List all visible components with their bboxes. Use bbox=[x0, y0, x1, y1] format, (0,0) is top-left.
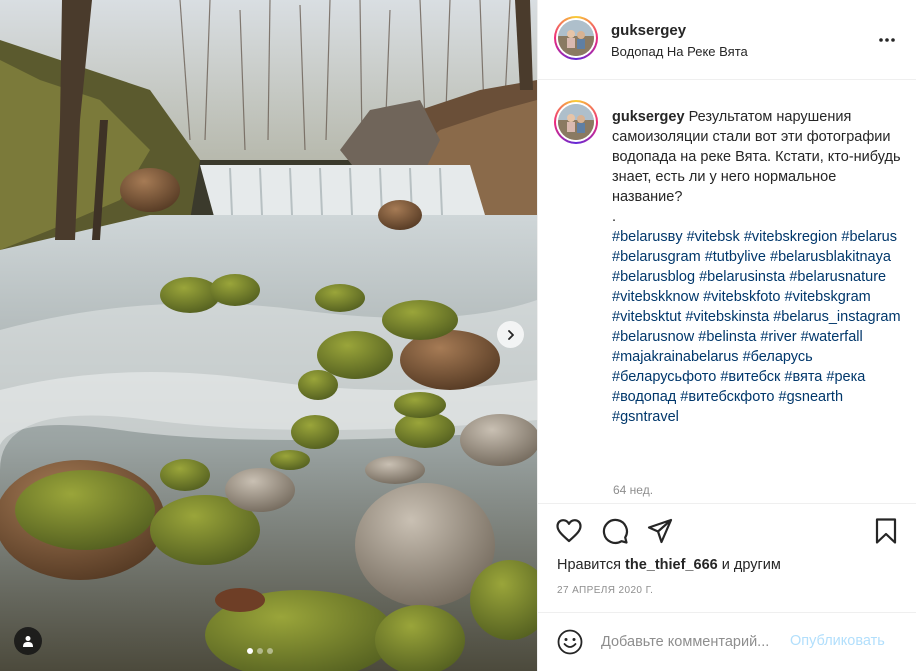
hashtag-link[interactable]: #majakrainabelarus bbox=[612, 349, 739, 365]
hashtag-link[interactable]: #belarusnow bbox=[612, 329, 694, 345]
likes-suffix[interactable]: и другим bbox=[722, 557, 781, 573]
likes-line: Нравится the_thief_666 и другим bbox=[557, 557, 781, 573]
hashtag-link[interactable]: #gsnearth bbox=[779, 389, 844, 405]
carousel-dot bbox=[247, 648, 253, 654]
hashtag-link[interactable]: #витебск bbox=[720, 369, 780, 385]
hashtag-link[interactable]: #gsntravel bbox=[612, 409, 679, 425]
caption-section: guksergey Результатом нарушения самоизол… bbox=[538, 80, 916, 503]
next-slide-button[interactable] bbox=[497, 321, 524, 348]
caption-dot: . bbox=[612, 209, 617, 225]
hashtag-link[interactable]: #waterfall bbox=[801, 329, 863, 345]
hashtag-link[interactable]: #река bbox=[826, 369, 865, 385]
heart-icon[interactable] bbox=[555, 517, 583, 545]
hashtag-link[interactable]: #беларусь bbox=[743, 349, 813, 365]
hashtag-link[interactable]: #водопад bbox=[612, 389, 676, 405]
hashtag-link[interactable]: #belinsta bbox=[698, 329, 756, 345]
carousel-indicator bbox=[247, 648, 273, 654]
comment-bubble-icon[interactable] bbox=[601, 517, 629, 545]
post-side-panel: guksergey Водопад На Реке Вята guksergey… bbox=[537, 0, 916, 671]
hashtag-link[interactable]: #tutbylive bbox=[705, 249, 766, 265]
hashtag-link[interactable]: #belarusвy bbox=[612, 229, 683, 245]
hashtag-link[interactable]: #vitebskknow bbox=[612, 289, 699, 305]
hashtag-link[interactable]: #vitebskinsta bbox=[685, 309, 769, 325]
hashtag-link[interactable]: #belarusinsta bbox=[699, 269, 785, 285]
more-options-button[interactable] bbox=[876, 30, 898, 50]
hashtag-link[interactable]: #belarusblakitnaya bbox=[770, 249, 891, 265]
hashtag-list: #belarusвy #vitebsk #vitebskregion #bela… bbox=[612, 229, 901, 425]
time-ago[interactable]: 64 нед. bbox=[613, 483, 653, 497]
hashtag-link[interactable]: #belarus bbox=[841, 229, 897, 245]
header-username[interactable]: guksergey bbox=[611, 22, 686, 39]
hashtag-link[interactable]: #belarusnature bbox=[789, 269, 886, 285]
hashtag-link[interactable]: #vitebskregion bbox=[744, 229, 838, 245]
hashtag-link[interactable]: #belarusblog bbox=[612, 269, 695, 285]
hashtag-link[interactable]: #vitebsk bbox=[687, 229, 740, 245]
hashtag-link[interactable]: #belarus_instagram bbox=[773, 309, 900, 325]
post-date[interactable]: 27 АПРЕЛЯ 2020 Г. bbox=[557, 585, 653, 596]
waterfall-photo bbox=[0, 0, 537, 671]
caption-text: guksergey Результатом нарушения самоизол… bbox=[612, 107, 902, 427]
comment-input[interactable] bbox=[601, 632, 781, 652]
post-photo[interactable] bbox=[0, 0, 537, 671]
chevron-right-icon bbox=[507, 329, 514, 340]
avatar-image bbox=[558, 20, 594, 56]
carousel-dot bbox=[267, 648, 273, 654]
caption-avatar[interactable] bbox=[554, 100, 598, 144]
location-link[interactable]: Водопад На Реке Вята bbox=[611, 44, 748, 59]
hashtag-link[interactable]: #river bbox=[760, 329, 796, 345]
carousel-dot bbox=[257, 648, 263, 654]
comment-bar: Опубликовать bbox=[538, 612, 916, 671]
avatar[interactable] bbox=[554, 16, 598, 60]
action-bar: Нравится the_thief_666 и другим 27 АПРЕЛ… bbox=[538, 503, 916, 621]
more-horizontal-icon bbox=[879, 38, 895, 42]
hashtag-link[interactable]: #витебскфото bbox=[680, 389, 774, 405]
likes-prefix: Нравится bbox=[557, 557, 621, 573]
hashtag-link[interactable]: #vitebskfoto bbox=[703, 289, 780, 305]
hashtag-link[interactable]: #belarusgram bbox=[612, 249, 701, 265]
paper-plane-icon[interactable] bbox=[646, 517, 674, 545]
liked-by-user[interactable]: the_thief_666 bbox=[625, 557, 718, 573]
post-header: guksergey Водопад На Реке Вята bbox=[538, 0, 916, 80]
smiley-icon[interactable] bbox=[557, 629, 583, 655]
avatar-image bbox=[558, 104, 594, 140]
hashtag-link[interactable]: #vitebskgram bbox=[785, 289, 871, 305]
hashtag-link[interactable]: #вята bbox=[784, 369, 822, 385]
caption-username[interactable]: guksergey bbox=[612, 109, 685, 125]
user-silhouette-icon bbox=[23, 636, 33, 647]
publish-button[interactable]: Опубликовать bbox=[790, 633, 885, 649]
tagged-users-button[interactable] bbox=[14, 627, 42, 655]
hashtag-link[interactable]: #vitebsktut bbox=[612, 309, 681, 325]
hashtag-link[interactable]: #беларусьфото bbox=[612, 369, 716, 385]
bookmark-icon[interactable] bbox=[872, 517, 900, 545]
